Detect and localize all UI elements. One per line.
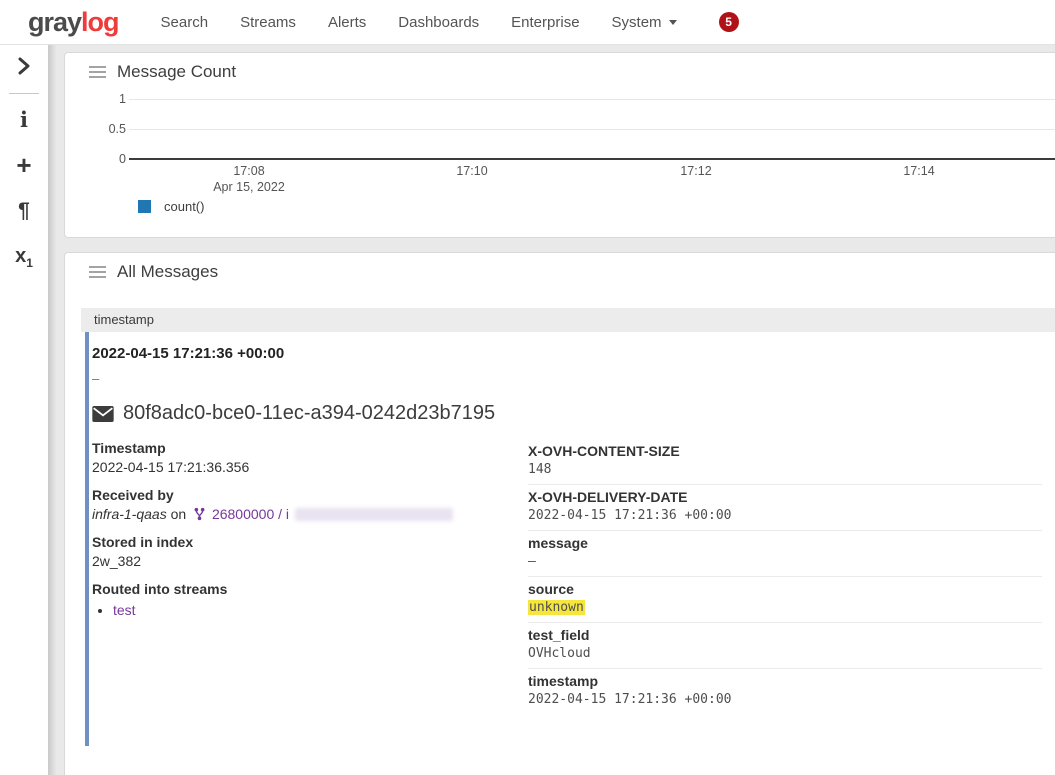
message-detail-columns: Timestamp 2022-04-15 17:21:36.356 Receiv… [92, 439, 1055, 714]
graylog-logo[interactable]: graylog [28, 7, 119, 38]
chevron-down-icon [669, 20, 677, 25]
legend-swatch [138, 200, 151, 213]
metadata-value: infra-1-qaas on 26800000 / i [92, 505, 528, 523]
input-link[interactable]: 26800000 / i [212, 506, 289, 522]
logo-gray-text: gray [28, 7, 81, 37]
widget-title: Message Count [117, 62, 236, 82]
hamburger-icon [89, 266, 106, 279]
metadata-value: 2w_382 [92, 552, 528, 570]
sidebar-item-highlighting[interactable]: ¶ [0, 200, 48, 222]
message-count-widget: Message Count 1 0.5 0 17:08 17:10 17:12 … [64, 52, 1055, 238]
code-fork-icon [194, 507, 205, 521]
field-value: unknown [528, 600, 1042, 616]
sidebar-item-create[interactable]: + [0, 153, 48, 177]
nav-item-system-dropdown[interactable]: System [596, 2, 693, 43]
metadata-label: Timestamp [92, 439, 528, 457]
x-axis-date-label: Apr 15, 2022 [189, 180, 309, 194]
sidebar-item-fields[interactable]: x1 [0, 245, 48, 274]
metadata-timestamp: Timestamp 2022-04-15 17:21:36.356 [92, 439, 528, 476]
metadata-received-by: Received by infra-1-qaas on 26800000 / i [92, 486, 528, 523]
subscript-x-icon: x1 [15, 245, 33, 267]
field-name: message [528, 535, 1042, 552]
gridline-y05 [129, 129, 1055, 130]
message-id: 80f8adc0-bce0-11ec-a394-0242d23b7195 [123, 402, 495, 425]
x-tick-1708: 17:08 [214, 164, 284, 178]
metadata-routed-streams: Routed into streams test [92, 580, 528, 619]
legend-item-count[interactable]: count() [138, 199, 204, 214]
field-name: source [528, 581, 1042, 598]
sidebar-scroll-track[interactable] [48, 45, 56, 775]
field-value: OVHcloud [528, 646, 1042, 662]
hamburger-icon [89, 66, 106, 79]
field-value: 2022-04-15 17:21:36 +00:00 [528, 508, 1042, 524]
nav-item-enterprise[interactable]: Enterprise [495, 2, 595, 43]
pilcrow-icon: ¶ [18, 199, 30, 222]
nav-item-dashboards[interactable]: Dashboards [382, 2, 495, 43]
gridline-y1 [129, 99, 1055, 100]
stream-link-test[interactable]: test [113, 602, 136, 618]
nav-item-streams[interactable]: Streams [224, 2, 312, 43]
x-tick-1710: 17:10 [437, 164, 507, 178]
y-tick-05: 0.5 [65, 122, 126, 136]
highlighted-value: unknown [528, 600, 585, 615]
notification-count-badge[interactable]: 5 [719, 12, 739, 32]
widget-title: All Messages [117, 262, 218, 282]
x-axis-line [129, 158, 1055, 160]
field-test-field: test_field OVHcloud [528, 623, 1042, 669]
field-x-ovh-content-size: X-OVH-CONTENT-SIZE 148 [528, 439, 1042, 485]
chevron-right-icon [14, 55, 34, 77]
x-tick-1712: 17:12 [661, 164, 731, 178]
field-name: test_field [528, 627, 1042, 644]
legend-label: count() [164, 199, 204, 214]
message-fields-column: X-OVH-CONTENT-SIZE 148 X-OVH-DELIVERY-DA… [528, 439, 1055, 714]
envelope-icon [92, 406, 114, 422]
field-name: X-OVH-DELIVERY-DATE [528, 489, 1042, 506]
sidebar-item-description[interactable]: i [0, 109, 48, 131]
info-icon: i [20, 107, 28, 132]
widget-drag-handle[interactable] [89, 266, 106, 279]
message-metadata-column: Timestamp 2022-04-15 17:21:36.356 Receiv… [92, 439, 528, 714]
node-name: infra-1-qaas [92, 506, 167, 522]
field-name: timestamp [528, 673, 1042, 690]
plus-icon: + [16, 150, 31, 180]
message-timestamp[interactable]: 2022-04-15 17:21:36 +00:00 [92, 332, 1055, 362]
search-sidebar: i + ¶ x1 [0, 45, 48, 775]
main-navigation: Search Streams Alerts Dashboards Enterpr… [145, 2, 693, 43]
nav-item-system-label: System [612, 14, 662, 31]
field-message: message – [528, 531, 1042, 577]
message-count-widget-header: Message Count [89, 62, 236, 82]
expand-sidebar-button[interactable] [0, 55, 48, 82]
logo-log-text: log [81, 7, 119, 37]
field-value: 148 [528, 462, 1042, 478]
field-value: – [528, 554, 1042, 570]
y-tick-0: 0 [65, 152, 126, 166]
x-tick-1714: 17:14 [884, 164, 954, 178]
field-x-ovh-delivery-date: X-OVH-DELIVERY-DATE 2022-04-15 17:21:36 … [528, 485, 1042, 531]
nav-item-alerts[interactable]: Alerts [312, 2, 382, 43]
column-header-timestamp[interactable]: timestamp [81, 308, 1055, 332]
top-navbar: graylog Search Streams Alerts Dashboards… [0, 0, 1055, 45]
message-summary[interactable]: – [92, 371, 1055, 386]
metadata-label: Routed into streams [92, 580, 528, 598]
message-row: 2022-04-15 17:21:36 +00:00 – 80f8adc0-bc… [85, 332, 1055, 746]
metadata-label: Received by [92, 486, 528, 504]
sidebar-divider [9, 93, 39, 94]
widget-drag-handle[interactable] [89, 66, 106, 79]
field-name: X-OVH-CONTENT-SIZE [528, 443, 1042, 460]
field-source: source unknown [528, 577, 1042, 623]
stream-list: test [113, 601, 528, 619]
stream-list-item: test [113, 601, 528, 619]
metadata-stored-in-index: Stored in index 2w_382 [92, 533, 528, 570]
nav-item-search[interactable]: Search [145, 2, 225, 43]
message-detail-heading: 80f8adc0-bce0-11ec-a394-0242d23b7195 [92, 402, 1055, 425]
all-messages-widget: All Messages timestamp 2022-04-15 17:21:… [64, 252, 1055, 775]
on-text: on [171, 506, 187, 522]
metadata-label: Stored in index [92, 533, 528, 551]
field-value: 2022-04-15 17:21:36 +00:00 [528, 692, 1042, 708]
all-messages-widget-header: All Messages [89, 262, 218, 282]
redacted-input-name [295, 508, 453, 521]
field-timestamp: timestamp 2022-04-15 17:21:36 +00:00 [528, 669, 1042, 714]
y-tick-1: 1 [65, 92, 126, 106]
metadata-value: 2022-04-15 17:21:36.356 [92, 458, 528, 476]
